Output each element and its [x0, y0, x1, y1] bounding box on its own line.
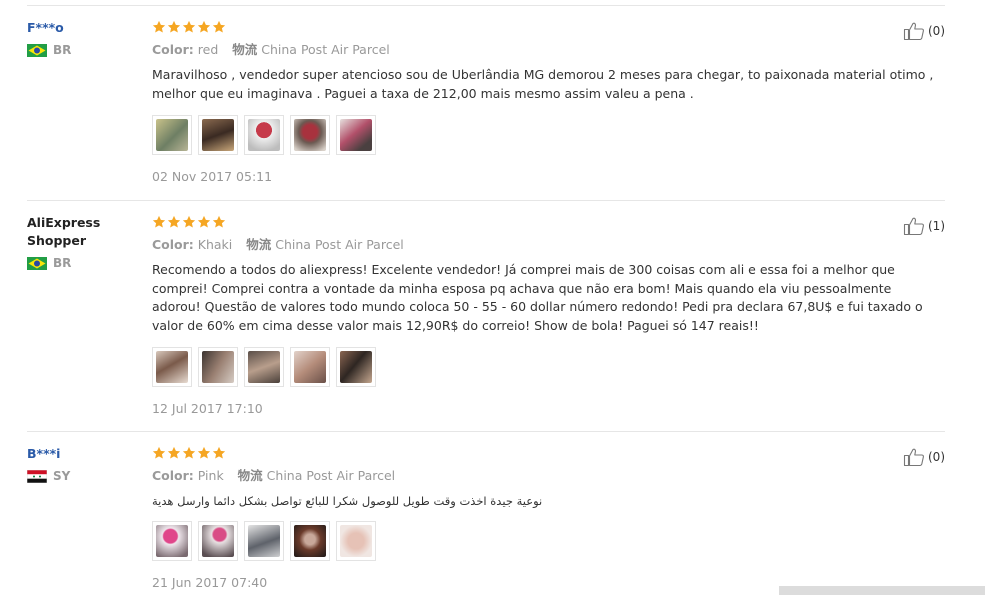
star-icon	[197, 215, 211, 228]
color-value: red	[197, 42, 219, 57]
helpful-count: (0)	[928, 24, 945, 38]
star-icon	[182, 446, 196, 459]
review-photo-thumbnail[interactable]	[198, 115, 238, 155]
review-photo-thumbnail[interactable]	[198, 347, 238, 387]
star-icon	[167, 215, 181, 228]
shipping-info: 物流 China Post Air Parcel	[238, 468, 395, 483]
star-icon	[197, 446, 211, 459]
star-icon	[212, 446, 226, 459]
brazil-flag-icon	[27, 256, 47, 270]
reviewer-name: AliExpress Shopper	[27, 215, 101, 248]
review-body: Color: Khaki 物流 China Post Air Parcel Re…	[152, 215, 942, 416]
helpful-count: (0)	[928, 450, 945, 464]
review-meta: Color: red 物流 China Post Air Parcel	[152, 41, 942, 59]
country-code: BR	[53, 43, 72, 57]
brazil-flag-icon	[27, 43, 47, 57]
reviewer-country: SY	[27, 469, 137, 483]
star-icon	[212, 215, 226, 228]
helpful-vote[interactable]: (0)	[903, 447, 945, 467]
horizontal-scrollbar[interactable]	[779, 586, 985, 595]
star-rating	[152, 215, 942, 231]
star-rating	[152, 446, 942, 462]
thumbs-up-icon[interactable]	[903, 21, 925, 41]
color-label: Color:	[152, 468, 194, 483]
star-icon	[167, 446, 181, 459]
thumbs-up-icon[interactable]	[903, 447, 925, 467]
review-photo-thumbnail[interactable]	[336, 115, 376, 155]
reviewer-name[interactable]: B***i	[27, 445, 137, 463]
reviewer-country: BR	[27, 256, 137, 270]
helpful-vote[interactable]: (0)	[903, 21, 945, 41]
shipping-method: China Post Air Parcel	[275, 237, 404, 252]
review-date: 02 Nov 2017 05:11	[152, 169, 273, 184]
shipping-method: China Post Air Parcel	[261, 42, 390, 57]
shipping-label: 物流	[232, 42, 258, 57]
review-photos	[152, 347, 942, 387]
review-divider	[27, 200, 945, 201]
shipping-info: 物流 China Post Air Parcel	[246, 237, 403, 252]
review-text: نوعية جيدة اخذت وقت طويل للوصول شكرا للب…	[152, 494, 543, 508]
reviewer-name[interactable]: F***o	[27, 19, 137, 37]
color-value: Khaki	[197, 237, 233, 252]
review-photo-thumbnail[interactable]	[244, 115, 284, 155]
review-photo-thumbnail[interactable]	[152, 520, 192, 561]
review-photo-thumbnail[interactable]	[198, 520, 238, 561]
reviewer-country: BR	[27, 43, 137, 57]
star-rating	[152, 20, 942, 36]
star-icon	[152, 446, 166, 459]
star-icon	[212, 20, 226, 33]
review-meta: Color: Pink 物流 China Post Air Parcel	[152, 467, 942, 485]
syria-flag-icon	[27, 469, 47, 483]
review-photo-thumbnail[interactable]	[152, 115, 192, 155]
top-divider	[27, 5, 945, 6]
review-body: Color: Pink 物流 China Post Air Parcel نوع…	[152, 446, 942, 590]
review-photos	[152, 115, 942, 155]
shipping-label: 物流	[246, 237, 272, 252]
reviewer-info: F***o BR	[27, 19, 137, 57]
reviewer-info: AliExpress Shopper BR	[27, 214, 137, 270]
review-photo-thumbnail[interactable]	[336, 520, 376, 561]
review-meta: Color: Khaki 物流 China Post Air Parcel	[152, 236, 942, 254]
helpful-vote[interactable]: (1)	[903, 216, 945, 236]
helpful-count: (1)	[928, 219, 945, 233]
review-photo-thumbnail[interactable]	[336, 347, 376, 387]
country-code: SY	[53, 469, 71, 483]
star-icon	[152, 20, 166, 33]
review-photo-thumbnail[interactable]	[244, 520, 284, 561]
review-photo-thumbnail[interactable]	[290, 347, 330, 387]
thumbs-up-icon[interactable]	[903, 216, 925, 236]
color-label: Color:	[152, 42, 194, 57]
review-text: Maravilhoso , vendedor super atencioso s…	[152, 67, 934, 101]
shipping-method: China Post Air Parcel	[266, 468, 396, 483]
star-icon	[182, 215, 196, 228]
review-text: Recomendo a todos do aliexpress! Excelen…	[152, 262, 923, 333]
star-icon	[182, 20, 196, 33]
review-photo-thumbnail[interactable]	[244, 347, 284, 387]
color-label: Color:	[152, 237, 194, 252]
shipping-label: 物流	[237, 468, 263, 483]
review-photo-thumbnail[interactable]	[152, 347, 192, 387]
reviewer-info: B***i SY	[27, 445, 137, 483]
review-photo-thumbnail[interactable]	[290, 520, 330, 561]
country-code: BR	[53, 256, 72, 270]
review-body: Color: red 物流 China Post Air Parcel Mara…	[152, 20, 942, 184]
review-date: 12 Jul 2017 17:10	[152, 401, 263, 416]
review-photos	[152, 520, 942, 561]
star-icon	[197, 20, 211, 33]
shipping-info: 物流 China Post Air Parcel	[232, 42, 389, 57]
star-icon	[167, 20, 181, 33]
color-value: Pink	[197, 468, 224, 483]
star-icon	[152, 215, 166, 228]
review-photo-thumbnail[interactable]	[290, 115, 330, 155]
review-divider	[27, 431, 945, 432]
